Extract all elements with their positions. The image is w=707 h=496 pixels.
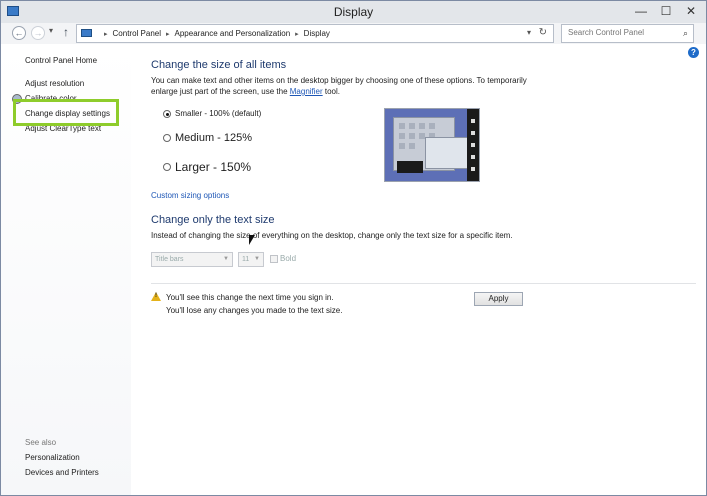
close-button[interactable]: ✕ bbox=[678, 1, 704, 21]
breadcrumb-separator: ▸ bbox=[166, 31, 170, 38]
radio-smaller[interactable] bbox=[163, 109, 171, 118]
mouse-cursor-icon bbox=[249, 235, 255, 245]
chevron-down-icon: ▼ bbox=[254, 256, 260, 262]
notice-line-2: You'll lose any changes you made to the … bbox=[166, 306, 343, 315]
title-bar: Display — ☐ ✕ bbox=[1, 1, 706, 24]
refresh-icon[interactable]: ↻ bbox=[539, 27, 547, 38]
size-select[interactable]: 11 ▼ bbox=[238, 252, 264, 267]
bold-checkbox[interactable] bbox=[270, 255, 278, 263]
address-dropdown-icon[interactable]: ▾ bbox=[527, 28, 531, 37]
chevron-down-icon: ▼ bbox=[223, 256, 229, 262]
option-larger[interactable]: Larger - 150% bbox=[163, 160, 251, 174]
search-icon[interactable]: ⌕ bbox=[683, 28, 688, 39]
section-title-all-items: Change the size of all items bbox=[151, 59, 287, 71]
preview-window-front bbox=[425, 137, 469, 169]
address-bar[interactable]: ▸ Control Panel ▸ Appearance and Personaliz… bbox=[76, 24, 554, 43]
item-select-value: Title bars bbox=[155, 256, 184, 263]
custom-sizing-link[interactable]: Custom sizing options bbox=[151, 190, 229, 201]
search-input[interactable] bbox=[566, 27, 680, 38]
sidebar-item-personalization[interactable]: Personalization bbox=[25, 453, 80, 462]
window-title: Display bbox=[333, 5, 374, 19]
bold-label: Bold bbox=[280, 254, 297, 263]
breadcrumb-control-panel[interactable]: Control Panel bbox=[113, 29, 161, 38]
notice-line-1: You'll see this change the next time you… bbox=[166, 293, 334, 302]
breadcrumb-appearance[interactable]: Appearance and Personalization bbox=[175, 29, 291, 38]
navigation-bar: ← → ▾ ↑ ▸ Control Panel ▸ Appearance and Pe… bbox=[1, 23, 706, 44]
description-line-1: You can make text and other items on the… bbox=[151, 76, 527, 85]
item-select[interactable]: Title bars ▼ bbox=[151, 252, 233, 267]
option-medium[interactable]: Medium - 125% bbox=[163, 132, 252, 144]
help-icon[interactable]: ? bbox=[688, 47, 699, 58]
preview-taskbar bbox=[397, 161, 423, 173]
radio-larger[interactable] bbox=[163, 163, 171, 171]
display-preview-image bbox=[384, 108, 480, 182]
minimize-button[interactable]: — bbox=[628, 1, 654, 21]
text-size-description: Instead of changing the size of everythi… bbox=[151, 231, 513, 240]
section-description: You can make text and other items on the… bbox=[151, 75, 527, 97]
breadcrumb-separator: ▸ bbox=[295, 31, 299, 38]
up-button[interactable]: ↑ bbox=[63, 25, 69, 39]
breadcrumb-separator: ▸ bbox=[104, 31, 108, 38]
recent-locations-icon[interactable]: ▾ bbox=[49, 26, 53, 35]
maximize-button[interactable]: ☐ bbox=[653, 1, 679, 21]
option-medium-label: Medium - 125% bbox=[175, 132, 253, 144]
section-title-text-size: Change only the text size bbox=[151, 214, 275, 226]
control-panel-icon bbox=[81, 29, 92, 37]
search-box[interactable]: ⌕ bbox=[561, 24, 694, 43]
sidebar-item-devices-printers[interactable]: Devices and Printers bbox=[25, 468, 99, 477]
highlight-box bbox=[13, 99, 119, 126]
apply-button[interactable]: Apply bbox=[474, 292, 523, 306]
sidebar-item-control-panel-home[interactable]: Control Panel Home bbox=[25, 56, 97, 65]
option-smaller-label: Smaller - 100% (default) bbox=[175, 109, 262, 118]
magnifier-link[interactable]: Magnifier bbox=[290, 87, 323, 96]
radio-medium[interactable] bbox=[163, 134, 171, 142]
see-also-label: See also bbox=[25, 438, 57, 447]
option-larger-label: Larger - 150% bbox=[175, 160, 252, 174]
forward-button[interactable]: → bbox=[31, 26, 45, 40]
description-line-2: enlarge just part of the screen, use the… bbox=[151, 87, 340, 96]
back-button[interactable]: ← bbox=[12, 26, 26, 40]
size-select-value: 11 bbox=[242, 256, 250, 263]
divider bbox=[151, 283, 696, 284]
option-smaller[interactable]: Smaller - 100% (default) bbox=[163, 109, 261, 118]
breadcrumb-display[interactable]: Display bbox=[304, 29, 330, 38]
sidebar-item-adjust-resolution[interactable]: Adjust resolution bbox=[25, 79, 84, 88]
display-window: Display — ☐ ✕ ← → ▾ ↑ ▸ Control Panel ▸ App… bbox=[0, 0, 707, 496]
warning-icon-mark: ! bbox=[155, 293, 157, 299]
breadcrumb: ▸ Control Panel ▸ Appearance and Personaliz… bbox=[99, 29, 330, 38]
